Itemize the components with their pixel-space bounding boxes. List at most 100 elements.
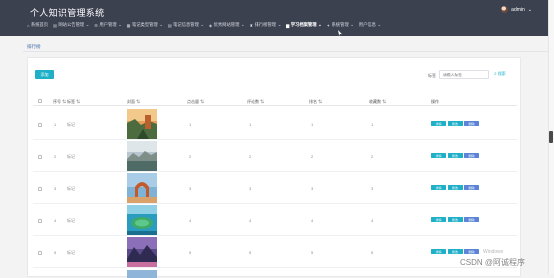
delete-button[interactable]: 删除	[464, 185, 479, 190]
search-button-label: 搜索	[497, 71, 506, 76]
nav-item-notes[interactable]: ▤ 笔记信息管理 ⌄	[168, 22, 204, 28]
user-menu[interactable]: admin ⌄	[501, 6, 532, 13]
nav-item-system[interactable]: ✦ 系统管理 ⌄	[327, 22, 354, 28]
nav-item-sites[interactable]: ◈ 优秀网站管理 ⌄	[209, 22, 244, 28]
col-index-label: 序号	[53, 99, 61, 104]
delete-button[interactable]: 删除	[464, 217, 479, 222]
table-header: 序号 ⇅ 标签 ⇅ 封面 ⇅ 点击量 ⇅ 评论数 ⇅ 排名 ⇅ 收藏数 ⇅ 操作	[33, 96, 517, 106]
col-label[interactable]: 标签 ⇅	[67, 99, 80, 105]
scrollbar-thumb[interactable]	[549, 131, 553, 143]
col-label-label: 标签	[67, 99, 75, 104]
chart-icon: ▆	[286, 22, 290, 28]
row-checkbox[interactable]	[38, 219, 42, 223]
site-icon: ◈	[209, 22, 213, 28]
row-checkbox[interactable]	[38, 123, 42, 127]
col-image-label: 封面	[127, 99, 135, 104]
delete-button[interactable]: 删除	[464, 153, 479, 158]
users-icon: ☰	[94, 22, 98, 28]
col-rank[interactable]: 排名 ⇅	[309, 99, 322, 105]
search-button[interactable]: ⌕ 搜索	[494, 71, 506, 77]
col-favorites[interactable]: 收藏数 ⇅	[369, 99, 386, 105]
nav-label: 笔记类型管理	[131, 22, 158, 27]
nav-item-users[interactable]: ☰ 用户管理 ⌄	[94, 22, 121, 28]
modify-button[interactable]: 修改	[447, 185, 463, 190]
cover-image	[127, 237, 157, 267]
chevron-down-icon: ⌄	[159, 22, 163, 27]
nav-item-study-records[interactable]: ▆ 学习档案管理 ⌄	[286, 22, 321, 28]
col-rank-label: 排名	[309, 99, 317, 104]
cover-image	[127, 205, 157, 235]
row-actions: 详情 修改 删除	[431, 217, 479, 222]
nav-label: 优秀网站管理	[213, 22, 240, 27]
chevron-down-icon: ⌄	[318, 22, 322, 27]
breadcrumb[interactable]: 排行榜	[27, 44, 41, 50]
chevron-down-icon: ⌄	[85, 22, 90, 27]
cell-rank: 1	[311, 122, 314, 127]
cell-likes: 2	[249, 154, 252, 159]
row-actions: 详情 修改 删除	[431, 249, 479, 254]
nav-label: 系统首页	[30, 22, 49, 27]
col-likes-label: 评论数	[247, 99, 259, 104]
nav-label: 系统管理	[331, 22, 349, 27]
note-icon: ▤	[167, 22, 172, 28]
col-favorites-label: 收藏数	[369, 99, 381, 104]
cover-image	[127, 270, 157, 278]
cell-label: 标记	[67, 122, 75, 127]
detail-button[interactable]: 详情	[431, 121, 446, 126]
modify-button[interactable]: 修改	[447, 153, 463, 158]
csdn-watermark: CSDN @阿诚程序	[460, 258, 526, 267]
cell-likes: 5	[249, 250, 252, 255]
nav-label: 笔记信息管理	[173, 22, 199, 27]
nav-item-ranking[interactable]: ♜ 排行榜管理 ⌄	[249, 22, 281, 28]
main-nav: ⌂ 系统首页 ▤ 网站公告管理 ⌄ ☰ 用户管理 ⌄ ▦ 笔记类型管理 ⌄ ▤ 笔记信息管理 ⌄ …	[27, 22, 381, 28]
table-row: 4 标记 4 4 4 4 详情 修改 删除	[33, 204, 517, 236]
nav-item-note-types[interactable]: ▦ 笔记类型管理 ⌄	[127, 22, 163, 28]
delete-button[interactable]: 删除	[464, 121, 479, 126]
chevron-down-icon: ⌄	[527, 6, 532, 13]
col-index[interactable]: 序号 ⇅	[53, 99, 66, 105]
col-actions: 操作	[431, 99, 439, 104]
cell-index: 1	[54, 122, 57, 127]
detail-button[interactable]: 详情	[431, 185, 446, 190]
delete-button[interactable]: 删除	[464, 249, 479, 254]
col-views[interactable]: 点击量 ⇅	[187, 99, 204, 105]
row-checkbox[interactable]	[38, 251, 42, 255]
col-image[interactable]: 封面 ⇅	[127, 99, 140, 105]
row-checkbox[interactable]	[38, 155, 42, 159]
nav-label: 用户管理	[99, 22, 117, 27]
cell-views: 2	[189, 154, 192, 159]
table-row: 3 标记 3 3 3 3 详情 修改 删除	[33, 172, 517, 204]
avatar	[501, 6, 509, 13]
cell-label: 标记	[67, 154, 75, 159]
cell-favorites: 2	[371, 154, 374, 159]
cell-favorites: 4	[371, 218, 374, 223]
cell-rank: 3	[311, 186, 314, 191]
cell-label: 标记	[67, 218, 75, 223]
chevron-down-icon: ⌄	[277, 22, 282, 27]
detail-button[interactable]: 详情	[431, 249, 446, 254]
col-likes[interactable]: 评论数 ⇅	[247, 99, 264, 105]
add-button[interactable]: 添加	[35, 70, 54, 79]
cell-favorites: 3	[371, 186, 374, 191]
nav-label: 排行榜管理	[254, 22, 277, 27]
nav-item-user-info[interactable]: 用户信息 ⌄	[359, 22, 381, 28]
modify-button[interactable]: 修改	[447, 217, 463, 222]
chevron-down-icon: ⌄	[350, 22, 354, 27]
select-all-checkbox[interactable]	[38, 99, 42, 103]
cover-image	[127, 173, 157, 203]
nav-item-announcements[interactable]: ▤ 网站公告管理 ⌄	[53, 22, 89, 28]
table-row: 2 标记 2 2 2 2 详情 修改 删除	[33, 140, 517, 172]
chevron-down-icon: ⌄	[377, 22, 382, 27]
row-checkbox[interactable]	[38, 187, 42, 191]
nav-item-home[interactable]: ⌂ 系统首页	[27, 22, 48, 28]
modify-button[interactable]: 修改	[447, 249, 463, 254]
search-input[interactable]	[439, 70, 489, 79]
modify-button[interactable]: 修改	[447, 121, 463, 126]
detail-button[interactable]: 详情	[431, 217, 446, 222]
nav-label: 用户信息	[358, 22, 376, 27]
chevron-down-icon: ⌄	[118, 22, 122, 27]
detail-button[interactable]: 详情	[431, 153, 446, 158]
windows-activation-watermark: Windows	[483, 249, 504, 255]
table-row: 1 标记 1 1 1 1 详情 修改 删除	[33, 108, 517, 140]
cell-index: 5	[54, 250, 57, 255]
